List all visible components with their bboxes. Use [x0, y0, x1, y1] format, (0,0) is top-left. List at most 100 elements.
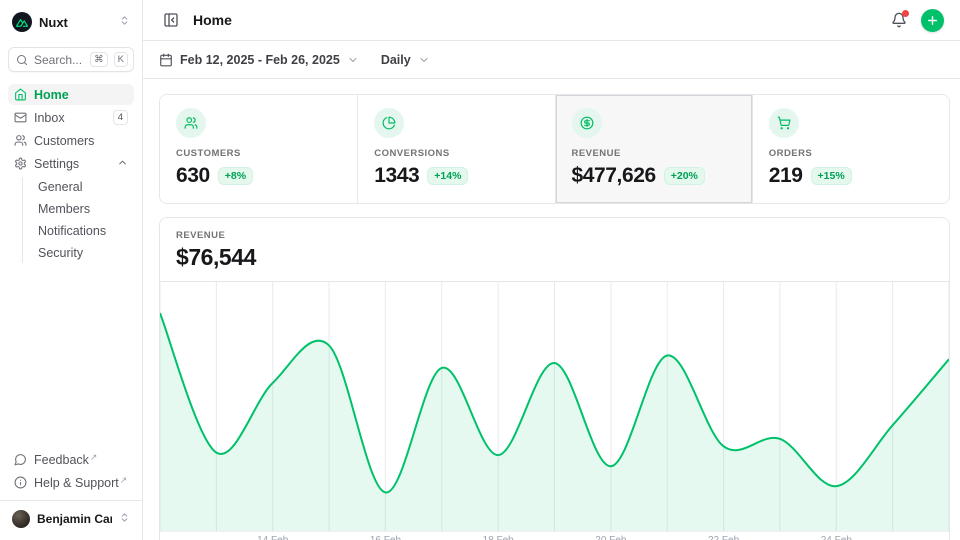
- stat-value: $477,626: [572, 164, 656, 188]
- x-tick-label: 22 Feb: [708, 535, 739, 540]
- date-range-picker[interactable]: Feb 12, 2025 - Feb 26, 2025: [159, 53, 359, 67]
- sidebar-subitem-label: Members: [38, 202, 128, 216]
- add-button[interactable]: [921, 9, 944, 32]
- chevron-down-icon: [347, 54, 359, 66]
- inbox-icon: [14, 111, 27, 124]
- message-circle-icon: [14, 453, 27, 466]
- nuxt-logo-icon: [12, 12, 32, 32]
- external-link-icon: ↗: [90, 452, 98, 462]
- sidebar-item-label: Home: [34, 88, 128, 102]
- search-icon: [16, 54, 28, 66]
- sidebar-item-members[interactable]: Members: [32, 199, 134, 219]
- users-icon: [14, 134, 27, 147]
- chevrons-up-down-icon: [119, 13, 130, 31]
- chevron-up-icon: [117, 157, 128, 171]
- stats-row: CUSTOMERS 630 +8% CONVERSIONS 1343 +14%: [159, 94, 950, 204]
- revenue-chart-card: REVENUE $76,544 14 Feb 16 Feb 18 Feb 20 Feb…: [159, 217, 950, 540]
- stat-card-customers[interactable]: CUSTOMERS 630 +8%: [160, 95, 357, 203]
- divider: [0, 500, 142, 501]
- sidebar-item-customers[interactable]: Customers: [8, 130, 134, 151]
- sidebar-item-home[interactable]: Home: [8, 84, 134, 105]
- sidebar-item-label: Feedback↗: [34, 453, 128, 467]
- sidebar-subitem-label: General: [38, 180, 128, 194]
- x-tick-label: 14 Feb: [257, 535, 288, 540]
- info-circle-icon: [14, 476, 27, 489]
- sidebar-item-general[interactable]: General: [32, 177, 134, 197]
- revenue-chart-svg: [160, 282, 949, 531]
- revenue-area-chart[interactable]: [160, 282, 949, 532]
- chevrons-up-down-icon: [119, 510, 130, 528]
- kbd-cmd: ⌘: [90, 52, 108, 67]
- home-icon: [14, 88, 27, 101]
- page-title: Home: [193, 12, 877, 28]
- stat-card-revenue[interactable]: REVENUE $477,626 +20%: [555, 95, 752, 203]
- nuxt-logo-glyph: [16, 17, 28, 27]
- x-axis-labels: 14 Feb 16 Feb 18 Feb 20 Feb 22 Feb 24 Feb: [160, 532, 949, 540]
- kbd-k: K: [114, 52, 128, 67]
- sidebar-footer-nav: Feedback↗ Help & Support↗: [8, 449, 134, 493]
- sidebar-nav: Home Inbox 4 Customers Settings General: [8, 84, 134, 263]
- user-name: Benjamin Canac: [37, 512, 112, 526]
- delta-badge: +15%: [811, 167, 852, 185]
- sidebar-item-notifications[interactable]: Notifications: [32, 221, 134, 241]
- sidebar-subitem-label: Security: [38, 246, 128, 260]
- chevron-down-icon: [418, 54, 430, 66]
- sidebar-item-label: Settings: [34, 157, 110, 171]
- users-icon: [176, 108, 206, 138]
- stat-value: 1343: [374, 164, 419, 188]
- stat-label: CONVERSIONS: [374, 148, 538, 159]
- sidebar-item-help-support[interactable]: Help & Support↗: [8, 472, 134, 493]
- sidebar-item-inbox[interactable]: Inbox 4: [8, 107, 134, 128]
- x-tick-label: 16 Feb: [370, 535, 401, 540]
- x-tick-label: 24 Feb: [821, 535, 852, 540]
- main-area: Home Feb 12, 2025 - Feb 26, 2025 Daily: [143, 0, 960, 540]
- sidebar: Nuxt ⌘ K Home Inbox 4 Customers: [0, 0, 143, 540]
- stat-card-conversions[interactable]: CONVERSIONS 1343 +14%: [357, 95, 554, 203]
- sidebar-item-label: Customers: [34, 134, 128, 148]
- chart-metric-label: REVENUE: [176, 230, 933, 241]
- stat-value: 630: [176, 164, 210, 188]
- delta-badge: +20%: [664, 167, 705, 185]
- sidebar-item-label: Inbox: [34, 111, 106, 125]
- dashboard-app: Nuxt ⌘ K Home Inbox 4 Customers: [0, 0, 960, 540]
- sidebar-item-security[interactable]: Security: [32, 243, 134, 263]
- search-input-wrap: ⌘ K: [8, 47, 134, 72]
- user-menu-button[interactable]: Benjamin Canac: [8, 504, 134, 534]
- workspace-name: Nuxt: [39, 15, 112, 30]
- notification-dot: [902, 10, 909, 17]
- sidebar-spacer: [8, 263, 134, 449]
- stat-label: ORDERS: [769, 148, 933, 159]
- chart-metric-value: $76,544: [176, 244, 933, 271]
- collapse-sidebar-button[interactable]: [159, 8, 183, 32]
- stat-label: REVENUE: [572, 148, 736, 159]
- workspace-selector[interactable]: Nuxt: [8, 10, 134, 34]
- gear-icon: [14, 157, 27, 170]
- user-avatar: [12, 510, 30, 528]
- pie-chart-icon: [374, 108, 404, 138]
- search-input[interactable]: [34, 53, 84, 67]
- external-link-icon: ↗: [120, 475, 128, 485]
- circle-dollar-icon: [572, 108, 602, 138]
- x-tick-label: 20 Feb: [595, 535, 626, 540]
- panel-left-close-icon: [163, 12, 179, 28]
- stat-card-orders[interactable]: ORDERS 219 +15%: [752, 95, 949, 203]
- sidebar-subitem-label: Notifications: [38, 224, 128, 238]
- sidebar-item-settings[interactable]: Settings: [8, 153, 134, 174]
- delta-badge: +14%: [427, 167, 468, 185]
- date-range-value: Feb 12, 2025 - Feb 26, 2025: [180, 53, 340, 67]
- sidebar-item-feedback[interactable]: Feedback↗: [8, 449, 134, 470]
- dashboard-content: CUSTOMERS 630 +8% CONVERSIONS 1343 +14%: [143, 79, 960, 540]
- notifications-button[interactable]: [887, 8, 911, 32]
- period-select[interactable]: Daily: [381, 53, 430, 67]
- sidebar-item-label: Help & Support↗: [34, 476, 128, 490]
- shopping-cart-icon: [769, 108, 799, 138]
- chart-header: REVENUE $76,544: [160, 218, 949, 282]
- plus-icon: [926, 14, 939, 27]
- stat-value: 219: [769, 164, 803, 188]
- inbox-count-badge: 4: [113, 110, 128, 125]
- filters-toolbar: Feb 12, 2025 - Feb 26, 2025 Daily: [143, 41, 960, 79]
- settings-subnav: General Members Notifications Security: [22, 177, 134, 263]
- calendar-icon: [159, 53, 173, 67]
- x-tick-label: 18 Feb: [483, 535, 514, 540]
- top-header: Home: [143, 0, 960, 41]
